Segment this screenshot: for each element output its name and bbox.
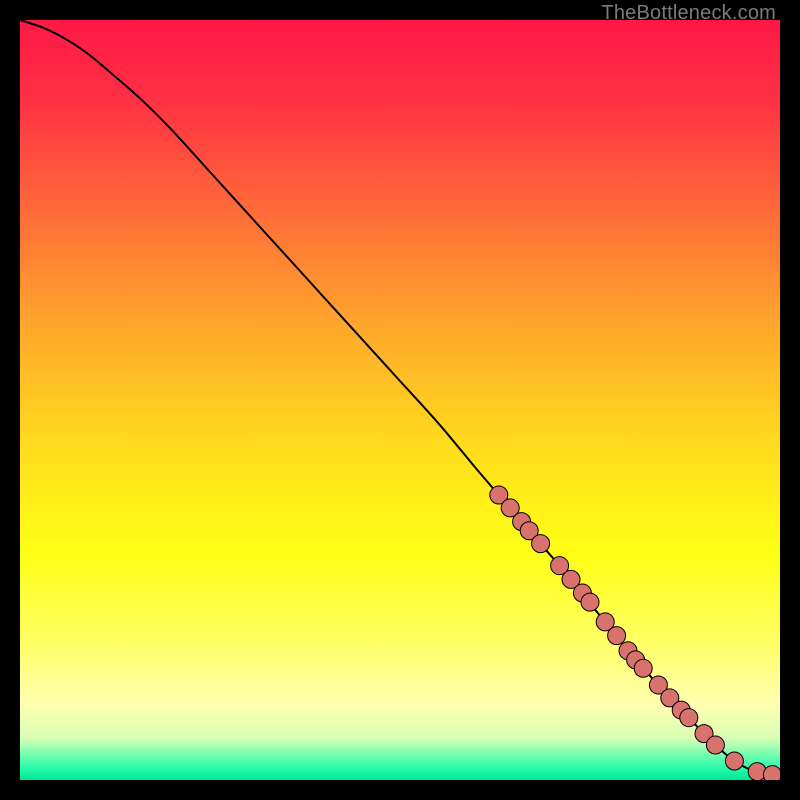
data-marker — [725, 752, 743, 770]
gradient-background — [20, 20, 780, 780]
data-marker — [680, 709, 698, 727]
chart-svg — [20, 20, 780, 780]
data-marker — [706, 736, 724, 754]
data-marker — [608, 627, 626, 645]
data-marker — [581, 593, 599, 611]
plot-area — [20, 20, 780, 780]
data-marker — [763, 766, 780, 780]
data-marker — [532, 535, 550, 553]
data-marker — [634, 659, 652, 677]
chart-stage: TheBottleneck.com — [0, 0, 800, 800]
